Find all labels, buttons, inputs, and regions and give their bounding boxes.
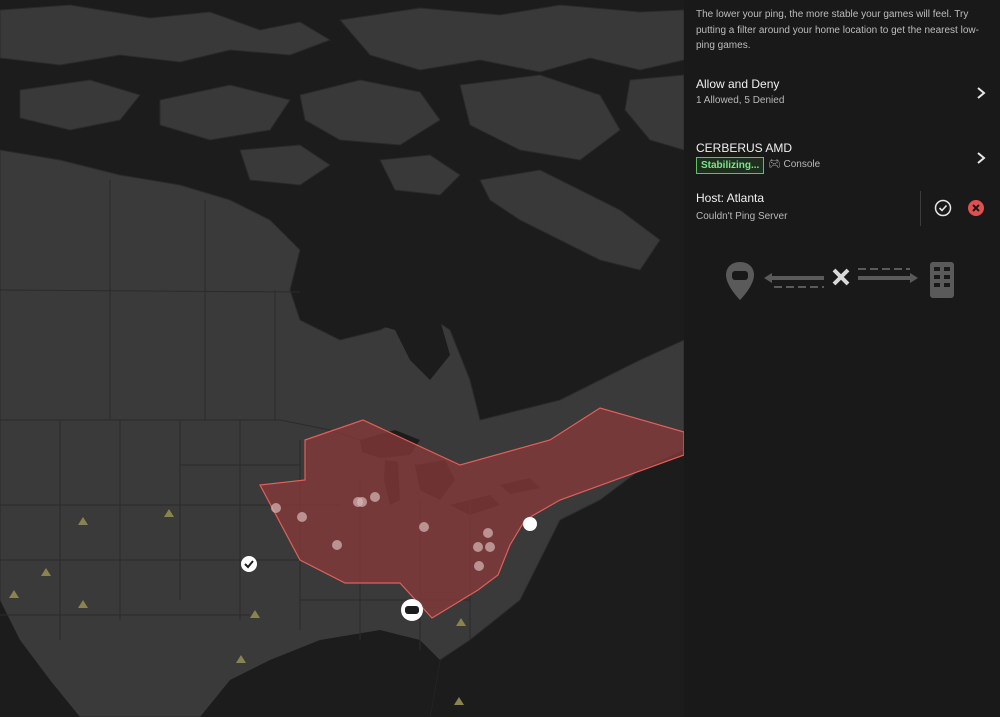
side-panel: The lower your ping, the more stable you… — [684, 0, 1000, 717]
allow-deny-row[interactable]: Allow and Deny 1 Allowed, 5 Denied — [684, 74, 1000, 114]
checkmark-marker-icon[interactable] — [241, 556, 257, 572]
console-text: Console — [783, 159, 821, 170]
allow-deny-subtitle: 1 Allowed, 5 Denied — [696, 95, 785, 106]
right-arrow — [858, 273, 918, 283]
north-america-map[interactable] — [0, 0, 684, 717]
chevron-right-icon — [977, 152, 986, 164]
host-title: Host: Atlanta — [696, 191, 765, 205]
divider — [920, 191, 921, 226]
check-circle-icon[interactable] — [934, 199, 952, 217]
selected-location-marker[interactable] — [523, 517, 537, 531]
x-circle-icon[interactable] — [967, 199, 985, 217]
router-title: CERBERUS AMD — [696, 141, 793, 155]
allow-deny-title: Allow and Deny — [696, 77, 780, 91]
map-view[interactable] — [0, 0, 684, 717]
host-status: Couldn't Ping Server — [696, 211, 788, 222]
x-icon — [832, 268, 850, 286]
intro-text: The lower your ping, the more stable you… — [696, 9, 979, 51]
gamepad-icon: 🎮︎ — [768, 159, 781, 170]
location-gamepad-icon — [726, 262, 754, 300]
left-arrow — [764, 273, 824, 283]
chevron-right-icon — [977, 87, 986, 99]
status-badge: Stabilizing... — [696, 157, 765, 174]
console-label: 🎮︎ Console — [768, 159, 820, 170]
home-gamepad-marker-icon[interactable] — [401, 599, 423, 621]
connection-diagram — [726, 262, 954, 300]
server-icon — [930, 262, 954, 298]
